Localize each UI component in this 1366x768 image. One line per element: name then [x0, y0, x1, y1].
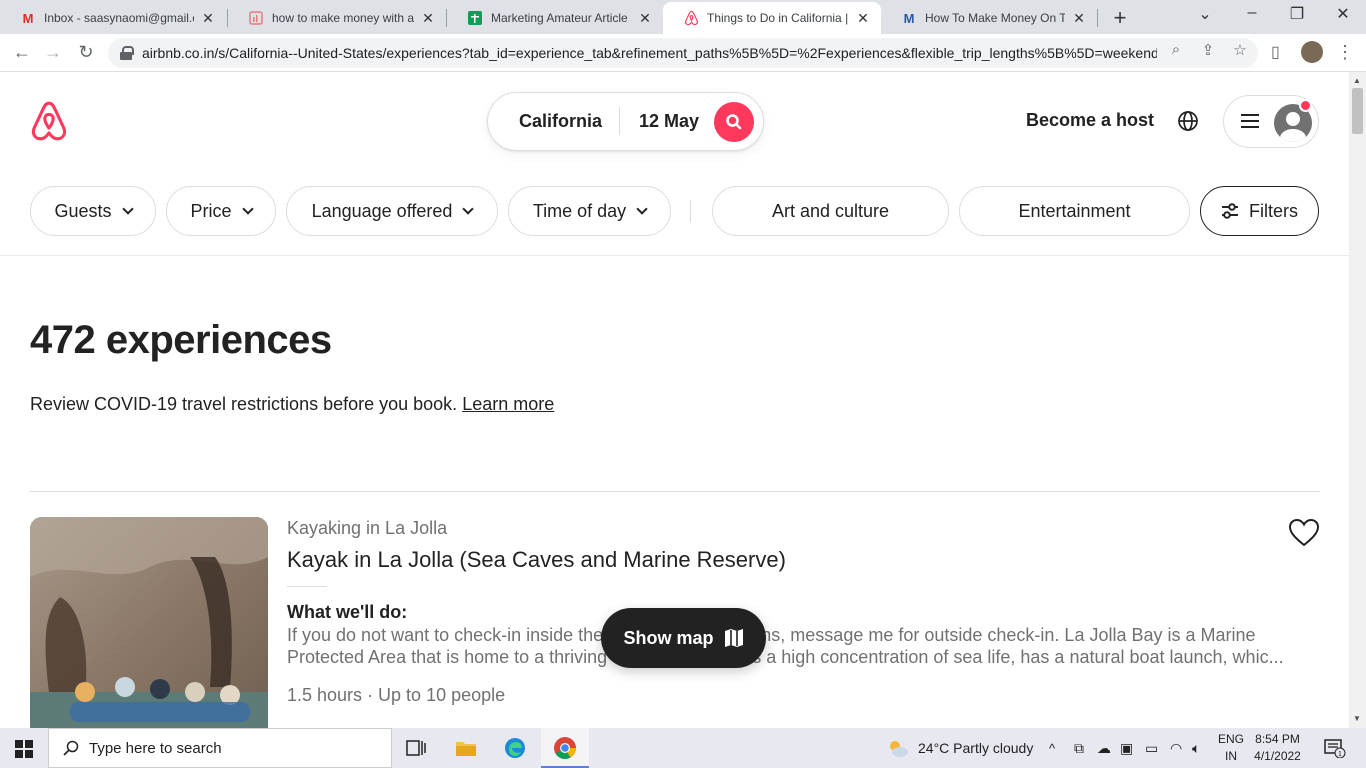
sliders-icon	[1222, 203, 1238, 219]
chevron-down-icon	[636, 203, 648, 215]
guests-filter[interactable]: Guests	[30, 186, 156, 236]
bookmark-star-icon[interactable]: ☆	[1230, 41, 1250, 59]
language-indicator[interactable]: ENG IN	[1216, 731, 1246, 765]
side-panel-icon[interactable]: ▯	[1271, 42, 1280, 62]
chrome-icon	[554, 737, 576, 759]
windows-taskbar: Type here to search 24°C Partly cloudy ^…	[0, 728, 1366, 768]
chrome-taskbar-button[interactable]	[541, 728, 589, 768]
taskbar-clock[interactable]: 8:54 PM 4/1/2022	[1250, 731, 1305, 765]
volume-icon[interactable]: 🔈︎	[1192, 728, 1200, 768]
user-menu-button[interactable]	[1223, 95, 1319, 148]
search-bar[interactable]: California 12 May	[487, 92, 764, 151]
notification-dot	[1299, 99, 1312, 112]
sheets-icon	[467, 10, 483, 26]
battery-icon[interactable]: ▭	[1145, 728, 1158, 768]
close-tab-icon[interactable]: ✕	[1071, 10, 1087, 27]
close-tab-icon[interactable]: ✕	[855, 10, 871, 27]
minimize-icon[interactable]: –	[1242, 4, 1262, 22]
airbnb-logo-icon[interactable]	[30, 100, 68, 142]
airbnb-page: California 12 May Become a host Guests P…	[0, 72, 1349, 728]
filters-button[interactable]: Filters	[1200, 186, 1319, 236]
wifi-icon[interactable]: ◠	[1170, 728, 1182, 768]
listing-subtitle: Kayaking in La Jolla	[287, 518, 448, 538]
chrome-menu-icon[interactable]: ⋮	[1336, 42, 1354, 63]
learn-more-link[interactable]: Learn more	[462, 394, 554, 414]
close-tab-icon[interactable]: ✕	[420, 10, 436, 27]
taskbar-search-input[interactable]: Type here to search	[48, 728, 392, 768]
tab-gmail[interactable]: M Inbox - saasynaomi@gmail.c ✕	[0, 2, 226, 34]
zoom-icon[interactable]: ⌕	[1166, 41, 1186, 58]
lock-icon	[120, 46, 134, 60]
windows-start-icon[interactable]	[15, 740, 33, 758]
category-entertainment[interactable]: Entertainment	[959, 186, 1190, 236]
back-icon[interactable]: ←	[11, 42, 33, 63]
reload-icon[interactable]: ↻	[75, 42, 97, 63]
file-explorer-icon[interactable]	[454, 736, 478, 760]
search-button[interactable]	[714, 102, 754, 142]
scroll-up-icon[interactable]: ▲	[1353, 76, 1361, 85]
tab-mail[interactable]: M How To Make Money On Tur ✕	[881, 2, 1097, 34]
chevron-down-icon	[241, 203, 254, 215]
scroll-thumb[interactable]	[1352, 88, 1363, 134]
profile-avatar[interactable]	[1301, 41, 1323, 63]
share-icon[interactable]: ⇪	[1198, 41, 1218, 59]
scroll-down-icon[interactable]: ▼	[1353, 714, 1361, 723]
heart-icon[interactable]	[1288, 518, 1320, 548]
chevron-down-icon	[121, 203, 134, 215]
security-icon[interactable]: ▣	[1120, 728, 1133, 768]
chevron-down-icon	[462, 203, 475, 215]
show-map-button[interactable]: Show map	[601, 608, 766, 668]
notification-center-icon[interactable]: 1	[1324, 728, 1346, 768]
hamburger-icon	[1241, 114, 1259, 130]
listing-description: If you do not want to check-in inside th…	[287, 625, 1284, 667]
listing-image[interactable]	[30, 517, 268, 728]
doc-icon	[248, 10, 264, 26]
search-icon	[726, 114, 742, 130]
search-location[interactable]: California	[519, 111, 602, 132]
meet-icon[interactable]: ⧉	[1074, 728, 1084, 768]
gmail-icon: M	[22, 10, 34, 26]
language-filter[interactable]: Language offered	[286, 186, 498, 236]
tab-search-icon[interactable]: ⌄	[1195, 4, 1215, 24]
covid-notice: Review COVID-19 travel restrictions befo…	[30, 394, 555, 414]
browser-toolbar: ← → ↻ airbnb.co.in/s/California--United-…	[0, 34, 1366, 72]
tab-airbnb[interactable]: Things to Do in California | 5 ✕	[663, 2, 881, 34]
tab-doc[interactable]: how to make money with air ✕	[228, 2, 446, 34]
listing-meta: 1.5 hours · Up to 10 people	[287, 685, 506, 705]
task-view-icon[interactable]	[404, 736, 428, 760]
search-icon	[63, 740, 79, 756]
weather-widget[interactable]: 24°C Partly cloudy	[886, 728, 1033, 768]
tab-sheets[interactable]: Marketing Amateur Article M ✕	[447, 2, 663, 34]
new-tab-button[interactable]: +	[1109, 5, 1131, 31]
svg-text:1: 1	[1338, 751, 1342, 758]
time-of-day-filter[interactable]: Time of day	[508, 186, 671, 236]
address-bar[interactable]: airbnb.co.in/s/California--United-States…	[108, 38, 1258, 68]
map-icon	[724, 629, 743, 647]
search-date[interactable]: 12 May	[639, 111, 699, 132]
mail-icon: M	[903, 10, 915, 26]
onedrive-icon[interactable]: ☁	[1097, 728, 1111, 768]
edge-icon[interactable]	[503, 736, 527, 760]
restore-icon[interactable]: ❐	[1287, 4, 1307, 24]
close-window-icon[interactable]: ✕	[1333, 4, 1353, 24]
globe-icon[interactable]	[1177, 110, 1199, 132]
close-tab-icon[interactable]: ✕	[200, 10, 216, 27]
results-count: 472 experiences	[30, 318, 332, 362]
become-host-link[interactable]: Become a host	[1026, 110, 1154, 131]
forward-icon[interactable]: →	[42, 42, 64, 63]
listing-title[interactable]: Kayak in La Jolla (Sea Caves and Marine …	[287, 547, 786, 573]
airbnb-icon	[683, 10, 699, 26]
what-we-do-label: What we'll do:	[287, 602, 408, 622]
browser-tab-bar: M Inbox - saasynaomi@gmail.c ✕ how to ma…	[0, 0, 1366, 34]
show-hidden-icons[interactable]: ^	[1049, 728, 1055, 768]
partly-cloudy-icon	[890, 741, 908, 757]
page-scrollbar[interactable]: ▲ ▼	[1349, 72, 1366, 728]
category-art-and-culture[interactable]: Art and culture	[712, 186, 949, 236]
price-filter[interactable]: Price	[166, 186, 276, 236]
close-tab-icon[interactable]: ✕	[637, 10, 653, 27]
